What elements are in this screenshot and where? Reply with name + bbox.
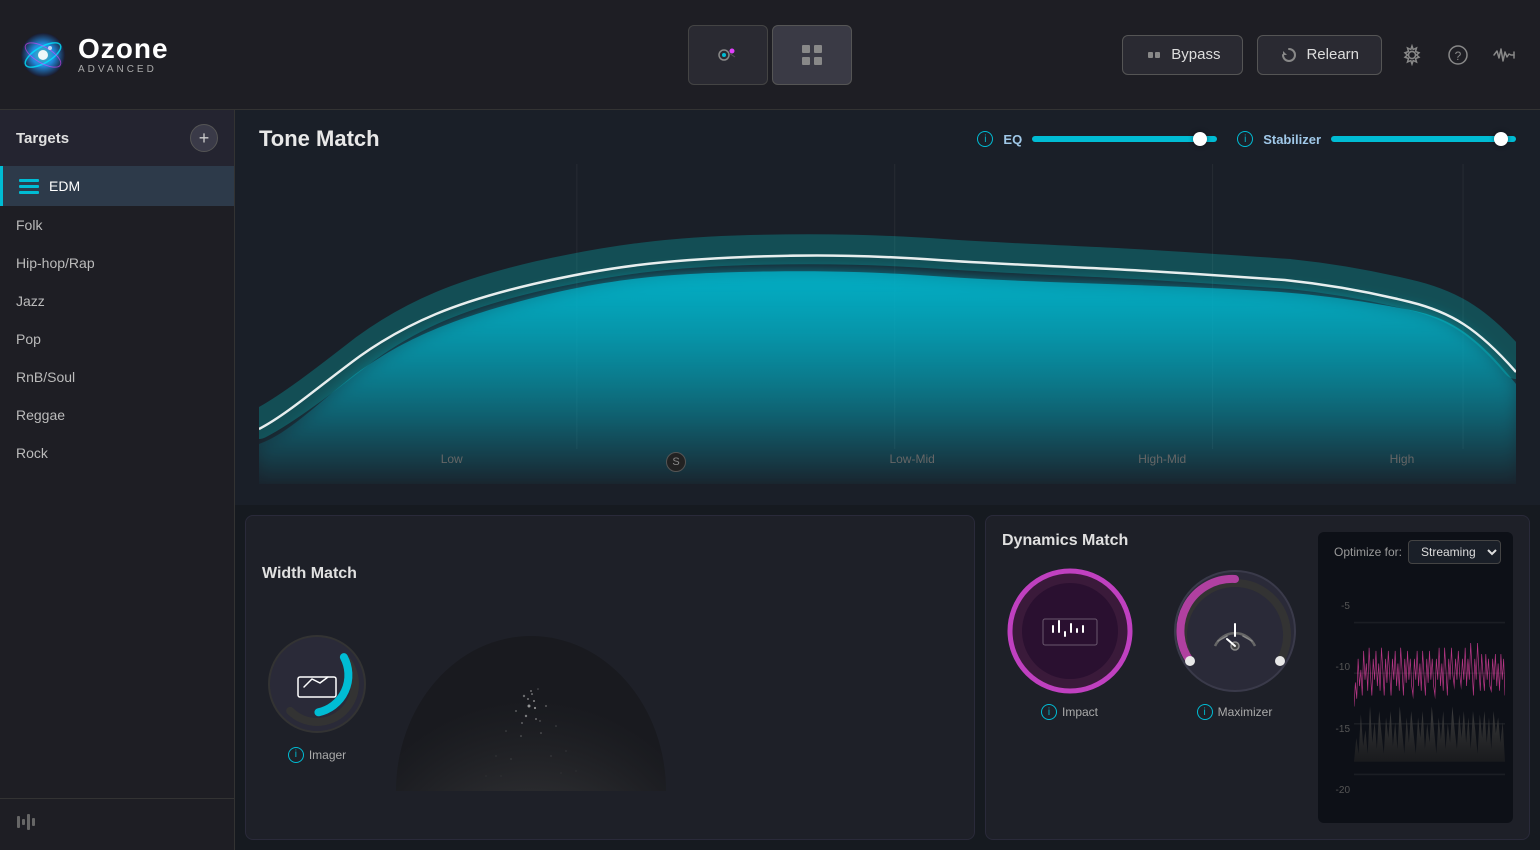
relearn-button[interactable]: Relearn	[1257, 35, 1382, 75]
bypass-icon	[1145, 46, 1163, 64]
dials-row: i Impact	[1002, 566, 1302, 720]
bottom-panels: Width Match	[235, 505, 1540, 850]
width-dial-svg	[262, 629, 372, 739]
nav-grid-btn[interactable]	[772, 25, 852, 85]
sidebar-item-folk[interactable]: Folk	[0, 206, 234, 244]
db-label-10: -10	[1326, 662, 1354, 673]
dynamics-match-title: Dynamics Match	[1002, 532, 1302, 550]
imager-text: Imager	[309, 748, 346, 762]
stereo-field-svg	[396, 601, 666, 791]
header-right: Bypass Relearn ?	[1122, 35, 1520, 75]
impact-dial[interactable]	[1005, 566, 1135, 696]
eq-stabilizer-controls: i EQ i Stabilizer	[977, 131, 1516, 147]
db-label-20: -20	[1326, 785, 1354, 796]
streaming-select[interactable]: Streaming	[1408, 540, 1501, 564]
relearn-label: Relearn	[1306, 46, 1359, 63]
stabilizer-info-icon[interactable]: i	[1237, 131, 1253, 147]
eq-label: EQ	[1003, 132, 1022, 147]
streaming-chart-area: -5 -10 -15 -20	[1318, 572, 1513, 823]
audio-icon[interactable]	[1488, 39, 1520, 71]
eq-control-group: i EQ	[977, 131, 1217, 147]
sidebar-list-view-btn[interactable]: EDM	[0, 166, 234, 206]
frequency-chart: Low S Low-Mid High-Mid High	[259, 164, 1516, 484]
nav-spectrum-btn[interactable]	[688, 25, 768, 85]
gear-icon	[1401, 44, 1423, 66]
db-label-15: -15	[1326, 724, 1354, 735]
relearn-icon	[1280, 46, 1298, 64]
tone-match-title: Tone Match	[259, 126, 380, 152]
content-area: Tone Match i EQ i Stabilizer	[235, 110, 1540, 850]
streaming-panel: Optimize for: Streaming -5 -10 -15 -20	[1318, 532, 1513, 823]
db-label-5: -5	[1326, 601, 1354, 612]
header: Ozone ADVANCED	[0, 0, 1540, 110]
sidebar-item-reggae[interactable]: Reggae	[0, 396, 234, 434]
tone-match-header: Tone Match i EQ i Stabilizer	[259, 126, 1516, 152]
header-nav	[688, 25, 852, 85]
maximizer-text: Maximizer	[1218, 705, 1273, 719]
main-content: Targets + EDM Folk Hip-hop/Rap Jazz Pop …	[0, 110, 1540, 850]
dynamics-left: Dynamics Match	[1002, 532, 1302, 823]
grid-icon	[794, 37, 830, 73]
spectrum-icon	[710, 37, 746, 73]
sidebar-item-pop[interactable]: Pop	[0, 320, 234, 358]
sidebar-item-rock[interactable]: Rock	[0, 434, 234, 472]
sidebar-item-rnb[interactable]: RnB/Soul	[0, 358, 234, 396]
sidebar-item-hiphop[interactable]: Hip-hop/Rap	[0, 244, 234, 282]
list-view-icon	[19, 178, 39, 194]
edm-label: EDM	[49, 178, 80, 194]
svg-text:?: ?	[1455, 49, 1462, 63]
sidebar-header: Targets +	[0, 110, 234, 166]
stabilizer-label: Stabilizer	[1263, 132, 1321, 147]
eq-slider[interactable]	[1032, 132, 1217, 146]
eq-info-icon[interactable]: i	[977, 131, 993, 147]
impact-dial-svg	[1005, 566, 1135, 696]
maximizer-dial-svg	[1170, 566, 1300, 696]
logo-text: Ozone ADVANCED	[78, 34, 169, 76]
ozone-logo-icon	[20, 32, 66, 78]
width-dial-item: i Imager	[262, 629, 372, 763]
sidebar: Targets + EDM Folk Hip-hop/Rap Jazz Pop …	[0, 110, 235, 850]
settings-icon[interactable]	[1396, 39, 1428, 71]
logo-area: Ozone ADVANCED	[20, 32, 620, 78]
bypass-label: Bypass	[1171, 46, 1220, 63]
stereo-field	[396, 601, 666, 791]
waveform-icon	[16, 811, 38, 833]
width-dial[interactable]	[262, 629, 372, 739]
bypass-button[interactable]: Bypass	[1122, 35, 1243, 75]
question-icon: ?	[1447, 44, 1469, 66]
db-labels: -5 -10 -15 -20	[1326, 572, 1354, 823]
maximizer-dial-item: i Maximizer	[1170, 566, 1300, 720]
maximizer-label-row: i Maximizer	[1197, 704, 1273, 720]
sidebar-waveform-btn[interactable]	[0, 798, 234, 850]
brand-name: Ozone	[78, 34, 169, 65]
width-match-panel: Width Match	[245, 515, 975, 840]
impact-dial-item: i Impact	[1005, 566, 1135, 720]
dynamics-match-panel: Dynamics Match	[985, 515, 1530, 840]
brand-sub: ADVANCED	[78, 64, 169, 75]
sidebar-item-jazz[interactable]: Jazz	[0, 282, 234, 320]
impact-text: Impact	[1062, 705, 1098, 719]
maximizer-dial[interactable]	[1170, 566, 1300, 696]
stabilizer-slider[interactable]	[1331, 132, 1516, 146]
stabilizer-control-group: i Stabilizer	[1237, 131, 1516, 147]
optimize-label: Optimize for:	[1334, 545, 1402, 559]
tone-match-panel: Tone Match i EQ i Stabilizer	[235, 110, 1540, 505]
maximizer-info-icon[interactable]: i	[1197, 704, 1213, 720]
imager-info-icon[interactable]: i	[288, 747, 304, 763]
frequency-curve-svg	[259, 164, 1516, 484]
sidebar-items-list: Folk Hip-hop/Rap Jazz Pop RnB/Soul Regga…	[0, 206, 234, 798]
streaming-header: Optimize for: Streaming	[1318, 532, 1513, 572]
width-match-title: Width Match	[262, 565, 357, 583]
impact-label-row: i Impact	[1041, 704, 1098, 720]
audio-waveform-icon	[1492, 44, 1516, 66]
help-icon[interactable]: ?	[1442, 39, 1474, 71]
impact-info-icon[interactable]: i	[1041, 704, 1057, 720]
imager-label: i Imager	[288, 747, 346, 763]
add-target-button[interactable]: +	[190, 124, 218, 152]
waveform-svg	[1354, 572, 1505, 823]
sidebar-title: Targets	[16, 130, 69, 147]
